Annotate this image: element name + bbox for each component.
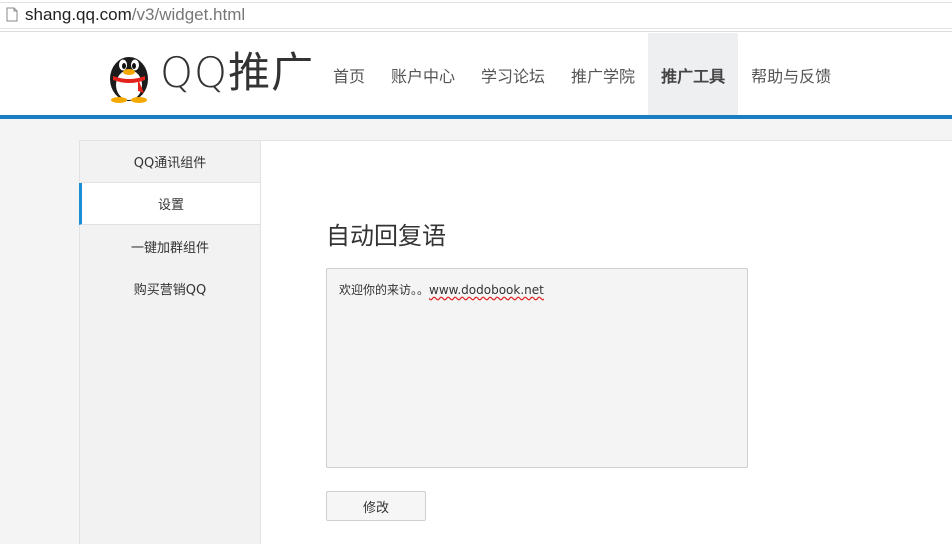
- nav-item-forum[interactable]: 学习论坛: [468, 33, 558, 116]
- nav-item-account[interactable]: 账户中心: [378, 33, 468, 116]
- page-title: 自动回复语: [326, 222, 446, 250]
- sidebar-item-qq-widget[interactable]: QQ通讯组件: [80, 141, 260, 183]
- reply-prefix: 欢迎你的来访。。: [339, 283, 430, 297]
- sidebar-item-join-group[interactable]: 一键加群组件: [80, 225, 260, 267]
- site-header: QQ推广 首页 账户中心 学习论坛 推广学院 推广工具 帮助与反馈: [0, 33, 952, 116]
- nav-item-tools[interactable]: 推广工具: [648, 33, 739, 116]
- logo[interactable]: QQ推广: [104, 47, 313, 103]
- qq-penguin-icon: [110, 57, 148, 103]
- reply-link: www.dodobook.net: [429, 283, 544, 297]
- url-host: shang.qq.com: [25, 5, 132, 24]
- sidebar-item-settings[interactable]: 设置: [79, 183, 260, 225]
- sidebar: QQ通讯组件 设置 一键加群组件 购买营销QQ: [79, 140, 261, 544]
- edit-button[interactable]: 修改: [326, 491, 426, 521]
- page-icon: [6, 7, 18, 22]
- address-bar[interactable]: shang.qq.com/v3/widget.html: [0, 0, 952, 32]
- nav-item-home[interactable]: 首页: [320, 33, 378, 116]
- main-nav: 首页 账户中心 学习论坛 推广学院 推广工具 帮助与反馈: [320, 33, 844, 116]
- url-path: /v3/widget.html: [131, 5, 246, 24]
- nav-item-help[interactable]: 帮助与反馈: [738, 33, 844, 116]
- reply-text: 欢迎你的来访。。www.dodobook.net: [339, 283, 544, 297]
- sidebar-item-buy-qq[interactable]: 购买营销QQ: [80, 267, 260, 309]
- auto-reply-textarea[interactable]: 欢迎你的来访。。www.dodobook.net: [326, 268, 748, 468]
- logo-text: QQ推广: [160, 48, 315, 97]
- nav-item-academy[interactable]: 推广学院: [558, 33, 648, 116]
- url-text[interactable]: shang.qq.com/v3/widget.html: [25, 4, 245, 26]
